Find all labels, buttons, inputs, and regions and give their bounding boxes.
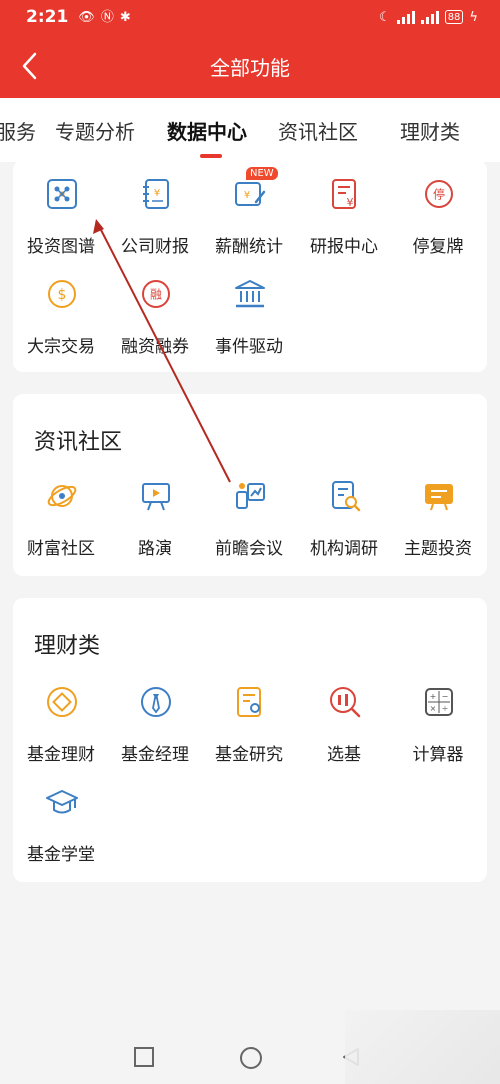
grid-item-institution-research[interactable]: 机构调研 xyxy=(297,480,391,564)
salary-stats-icon: ¥ xyxy=(235,182,266,206)
trading-halt-icon: 停 xyxy=(425,180,453,208)
grid-item-label: 停复牌 xyxy=(412,237,464,257)
financial-report-icon: ¥ xyxy=(143,179,169,209)
grid-item-company-report[interactable]: ¥ 公司财报 xyxy=(108,178,202,262)
grid-item-label: 公司财报 xyxy=(121,237,189,257)
svg-text:¥: ¥ xyxy=(347,196,354,209)
grid-item-label: 事件驱动 xyxy=(215,337,283,357)
moon-icon: ☾ xyxy=(379,9,391,25)
battery-level: 88 xyxy=(447,11,461,23)
grid-item-label: 基金理财 xyxy=(27,745,95,765)
grid-item-label: 计算器 xyxy=(412,745,464,765)
grid-item-label: 财富社区 xyxy=(27,539,95,559)
dollar-coin-icon: $ xyxy=(48,280,76,308)
grid-item-label: 基金经理 xyxy=(121,745,189,765)
svg-text:−: − xyxy=(442,692,449,701)
page-title: 全部功能 xyxy=(210,55,290,80)
section-title: 理财类 xyxy=(34,634,101,659)
grid-item-fund-manager[interactable]: 基金经理 xyxy=(108,686,202,770)
category-tabs: 服务 专题分析 数据中心 资讯社区 理财类 xyxy=(0,98,500,162)
nfc-icon: Ⓝ xyxy=(100,9,114,25)
grid-item-block-trade[interactable]: $ 大宗交易 xyxy=(14,278,108,362)
manager-tie-icon xyxy=(141,687,171,717)
svg-text:¥: ¥ xyxy=(244,190,250,201)
wealth-card: 理财类 基金理财 基金经理 基金研究 选基 + − × ÷ 计算器 基金学堂 xyxy=(13,598,487,882)
grid-item-label: 研报中心 xyxy=(310,237,378,257)
grid-item-roadshow[interactable]: 路演 xyxy=(108,480,202,564)
grid-item-salary-stats[interactable]: ¥ NEW 薪酬统计 xyxy=(202,167,296,262)
new-badge: NEW xyxy=(246,167,278,180)
tab-news-community[interactable]: 资讯社区 xyxy=(278,116,358,145)
grid-item-label: 主题投资 xyxy=(404,539,472,559)
svg-text:+: + xyxy=(430,692,437,701)
grid-item-label: 薪酬统计 xyxy=(215,237,283,257)
grid-item-label: 融资融券 xyxy=(121,337,189,357)
news-community-card: 资讯社区 财富社区 路演 前瞻会议 机构调研 主题投资 xyxy=(13,394,487,576)
status-time: 2:21 xyxy=(26,7,69,27)
header-bar: 全部功能 xyxy=(0,34,500,98)
fund-select-icon xyxy=(330,687,361,718)
svg-text:÷: ÷ xyxy=(442,704,449,713)
grid-item-event-driven[interactable]: 事件驱动 xyxy=(202,278,296,362)
theme-invest-icon xyxy=(425,484,453,511)
calculator-icon: + − × ÷ xyxy=(425,688,453,716)
status-bar: 2:21 👁 Ⓝ ✱ ☾ 88 ϟ xyxy=(0,0,500,34)
research-report-icon: ¥ xyxy=(332,179,356,209)
eye-icon: 👁 xyxy=(78,9,95,25)
grid-item-label: 大宗交易 xyxy=(27,337,95,357)
svg-text:×: × xyxy=(430,704,437,713)
svg-text:¥: ¥ xyxy=(154,188,160,199)
grid-item-label: 机构调研 xyxy=(310,539,378,559)
grid-item-label: 路演 xyxy=(138,539,172,559)
data-center-card: 投资图谱 ¥ 公司财报 ¥ NEW 薪酬统计 ¥ 研报中心 停 停复牌 $ 大宗… xyxy=(13,160,487,372)
grid-item-investment-graph[interactable]: 投资图谱 xyxy=(14,178,108,262)
back-arrow-icon[interactable] xyxy=(14,48,50,84)
grid-item-margin-trading[interactable]: 融 融资融券 xyxy=(108,278,202,362)
signal-icon xyxy=(420,10,439,24)
svg-text:融: 融 xyxy=(150,288,162,302)
bluetooth-icon: ✱ xyxy=(119,9,131,25)
grid-item-fund-select[interactable]: 选基 xyxy=(297,686,391,770)
grid-item-research-center[interactable]: ¥ 研报中心 xyxy=(297,178,391,262)
signal-icon xyxy=(396,10,415,24)
grid-item-theme-invest[interactable]: 主题投资 xyxy=(391,480,485,564)
margin-trading-icon: 融 xyxy=(142,280,170,308)
network-graph-icon xyxy=(47,179,77,209)
grid-item-label: 投资图谱 xyxy=(27,237,95,257)
svg-text:停: 停 xyxy=(433,187,445,202)
fund-coin-icon xyxy=(47,687,77,717)
planet-icon xyxy=(47,485,77,507)
grid-item-label: 前瞻会议 xyxy=(215,539,283,559)
grid-item-wealth-community[interactable]: 财富社区 xyxy=(14,480,108,564)
fund-research-icon xyxy=(237,687,261,717)
charging-icon: ϟ xyxy=(469,9,478,25)
tab-topic-analysis[interactable]: 专题分析 xyxy=(55,116,135,145)
section-title: 资讯社区 xyxy=(34,430,123,455)
recent-apps-icon[interactable] xyxy=(133,1046,155,1068)
bank-building-icon xyxy=(235,280,265,308)
presentation-board-icon xyxy=(142,483,170,511)
document-search-icon xyxy=(332,481,361,512)
grid-item-fund-school[interactable]: 基金学堂 xyxy=(14,786,108,870)
grid-item-trading-halt[interactable]: 停 停复牌 xyxy=(391,178,485,262)
battery-icon: 88 xyxy=(444,10,464,24)
grid-item-label: 选基 xyxy=(327,745,361,765)
meeting-podium-icon xyxy=(236,483,265,509)
grid-item-outlook-meeting[interactable]: 前瞻会议 xyxy=(202,480,296,564)
tab-service[interactable]: 服务 xyxy=(0,116,36,145)
grid-item-label: 基金学堂 xyxy=(27,845,95,865)
grid-item-calculator[interactable]: + − × ÷ 计算器 xyxy=(391,686,485,770)
active-tab-indicator xyxy=(200,154,222,158)
tab-data-center[interactable]: 数据中心 xyxy=(167,116,247,145)
graduation-cap-icon xyxy=(46,790,78,814)
home-icon[interactable] xyxy=(239,1046,263,1070)
tab-wealth[interactable]: 理财类 xyxy=(400,116,460,145)
grid-item-label: 基金研究 xyxy=(215,745,283,765)
grid-item-fund-research[interactable]: 基金研究 xyxy=(202,686,296,770)
grid-item-fund-finance[interactable]: 基金理财 xyxy=(14,686,108,770)
svg-text:$: $ xyxy=(58,287,67,303)
watermark-area xyxy=(345,1010,500,1084)
